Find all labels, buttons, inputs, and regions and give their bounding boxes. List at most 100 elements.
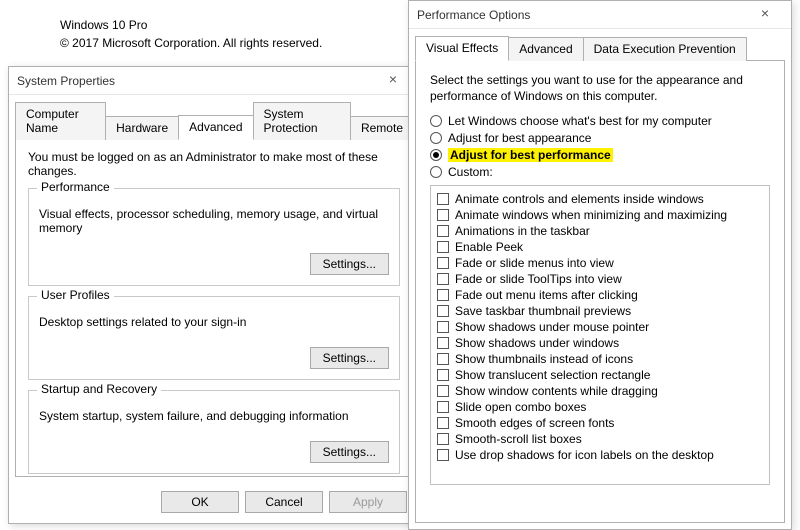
check-label: Slide open combo boxes [455,400,586,414]
check-label: Fade or slide ToolTips into view [455,272,622,286]
visual-effects-pane: Select the settings you want to use for … [415,60,785,523]
performance-options-titlebar[interactable]: Performance Options × [409,1,791,29]
check-option-5[interactable]: Fade or slide ToolTips into view [437,272,763,286]
check-option-4[interactable]: Fade or slide menus into view [437,256,763,270]
performance-options-dialog: Performance Options × Visual Effects Adv… [408,0,792,530]
checkbox-icon[interactable] [437,385,449,397]
radio-option-0[interactable]: Let Windows choose what's best for my co… [430,114,770,128]
radio-label: Custom: [448,165,493,179]
radio-option-3[interactable]: Custom: [430,165,770,179]
check-option-2[interactable]: Animations in the taskbar [437,224,763,238]
checkbox-icon[interactable] [437,273,449,285]
check-option-11[interactable]: Show translucent selection rectangle [437,368,763,382]
check-label: Animate windows when minimizing and maxi… [455,208,727,222]
check-option-13[interactable]: Slide open combo boxes [437,400,763,414]
check-option-8[interactable]: Show shadows under mouse pointer [437,320,763,334]
radio-icon[interactable] [430,115,442,127]
performance-desc: Visual effects, processor scheduling, me… [39,207,389,235]
startup-recovery-settings-button[interactable]: Settings... [310,441,389,463]
check-label: Show window contents while dragging [455,384,658,398]
check-label: Show thumbnails instead of icons [455,352,633,366]
check-option-0[interactable]: Animate controls and elements inside win… [437,192,763,206]
visual-effects-intro: Select the settings you want to use for … [430,73,770,104]
checkbox-icon[interactable] [437,305,449,317]
checkbox-icon[interactable] [437,353,449,365]
check-label: Fade out menu items after clicking [455,288,638,302]
check-option-10[interactable]: Show thumbnails instead of icons [437,352,763,366]
user-profiles-desc: Desktop settings related to your sign-in [39,315,389,329]
tab-system-protection[interactable]: System Protection [253,102,351,140]
radio-option-1[interactable]: Adjust for best appearance [430,131,770,145]
tab-hardware[interactable]: Hardware [105,116,179,140]
close-icon[interactable]: × [375,71,411,91]
checkbox-icon[interactable] [437,257,449,269]
check-label: Enable Peek [455,240,523,254]
check-label: Smooth-scroll list boxes [455,432,582,446]
check-option-9[interactable]: Show shadows under windows [437,336,763,350]
copyright-text: © 2017 Microsoft Corporation. All rights… [60,36,322,50]
ok-button[interactable]: OK [161,491,239,513]
radio-option-2[interactable]: Adjust for best performance [430,148,770,162]
checkbox-icon[interactable] [437,433,449,445]
check-option-14[interactable]: Smooth edges of screen fonts [437,416,763,430]
startup-recovery-desc: System startup, system failure, and debu… [39,409,389,423]
check-label: Use drop shadows for icon labels on the … [455,448,714,462]
windows-edition: Windows 10 Pro [60,18,322,32]
system-properties-title: System Properties [17,74,375,88]
check-option-3[interactable]: Enable Peek [437,240,763,254]
check-label: Show shadows under mouse pointer [455,320,649,334]
tab-dep[interactable]: Data Execution Prevention [583,37,747,61]
performance-options-tabs: Visual Effects Advanced Data Execution P… [409,29,791,60]
checkbox-icon[interactable] [437,225,449,237]
check-label: Animate controls and elements inside win… [455,192,704,206]
checkbox-icon[interactable] [437,193,449,205]
check-option-15[interactable]: Smooth-scroll list boxes [437,432,763,446]
radio-icon[interactable] [430,166,442,178]
checkbox-icon[interactable] [437,289,449,301]
tab-remote[interactable]: Remote [350,116,414,140]
checkbox-icon[interactable] [437,449,449,461]
cancel-button[interactable]: Cancel [245,491,323,513]
user-profiles-legend: User Profiles [37,288,114,302]
check-label: Fade or slide menus into view [455,256,614,270]
checkbox-icon[interactable] [437,337,449,349]
check-option-16[interactable]: Use drop shadows for icon labels on the … [437,448,763,462]
visual-effects-checklist[interactable]: Animate controls and elements inside win… [430,185,770,485]
check-option-6[interactable]: Fade out menu items after clicking [437,288,763,302]
tab-advanced[interactable]: Advanced [178,115,253,140]
system-properties-dialog: System Properties × Computer Name Hardwa… [8,66,420,524]
apply-button[interactable]: Apply [329,491,407,513]
radio-label: Let Windows choose what's best for my co… [448,114,712,128]
radio-label: Adjust for best performance [448,148,613,162]
check-label: Save taskbar thumbnail previews [455,304,631,318]
checkbox-icon[interactable] [437,241,449,253]
checkbox-icon[interactable] [437,417,449,429]
radio-icon[interactable] [430,149,442,161]
close-icon[interactable]: × [747,5,783,25]
tab-computer-name[interactable]: Computer Name [15,102,106,140]
checkbox-icon[interactable] [437,401,449,413]
advanced-tab-pane: You must be logged on as an Administrato… [15,139,413,477]
check-option-12[interactable]: Show window contents while dragging [437,384,763,398]
tab-visual-effects[interactable]: Visual Effects [415,36,509,61]
user-profiles-settings-button[interactable]: Settings... [310,347,389,369]
system-properties-titlebar[interactable]: System Properties × [9,67,419,95]
check-option-7[interactable]: Save taskbar thumbnail previews [437,304,763,318]
tab-advanced[interactable]: Advanced [508,37,583,61]
checkbox-icon[interactable] [437,321,449,333]
check-label: Show shadows under windows [455,336,619,350]
checkbox-icon[interactable] [437,369,449,381]
performance-settings-button[interactable]: Settings... [310,253,389,275]
check-option-1[interactable]: Animate windows when minimizing and maxi… [437,208,763,222]
check-label: Show translucent selection rectangle [455,368,650,382]
check-label: Smooth edges of screen fonts [455,416,614,430]
checkbox-icon[interactable] [437,209,449,221]
system-properties-footer: OK Cancel Apply [9,483,419,523]
startup-recovery-legend: Startup and Recovery [37,382,161,396]
check-label: Animations in the taskbar [455,224,590,238]
about-windows-text: Windows 10 Pro © 2017 Microsoft Corporat… [60,18,322,50]
admin-note: You must be logged on as an Administrato… [28,150,400,178]
performance-groupbox: Performance Visual effects, processor sc… [28,188,400,286]
performance-legend: Performance [37,180,114,194]
radio-icon[interactable] [430,132,442,144]
